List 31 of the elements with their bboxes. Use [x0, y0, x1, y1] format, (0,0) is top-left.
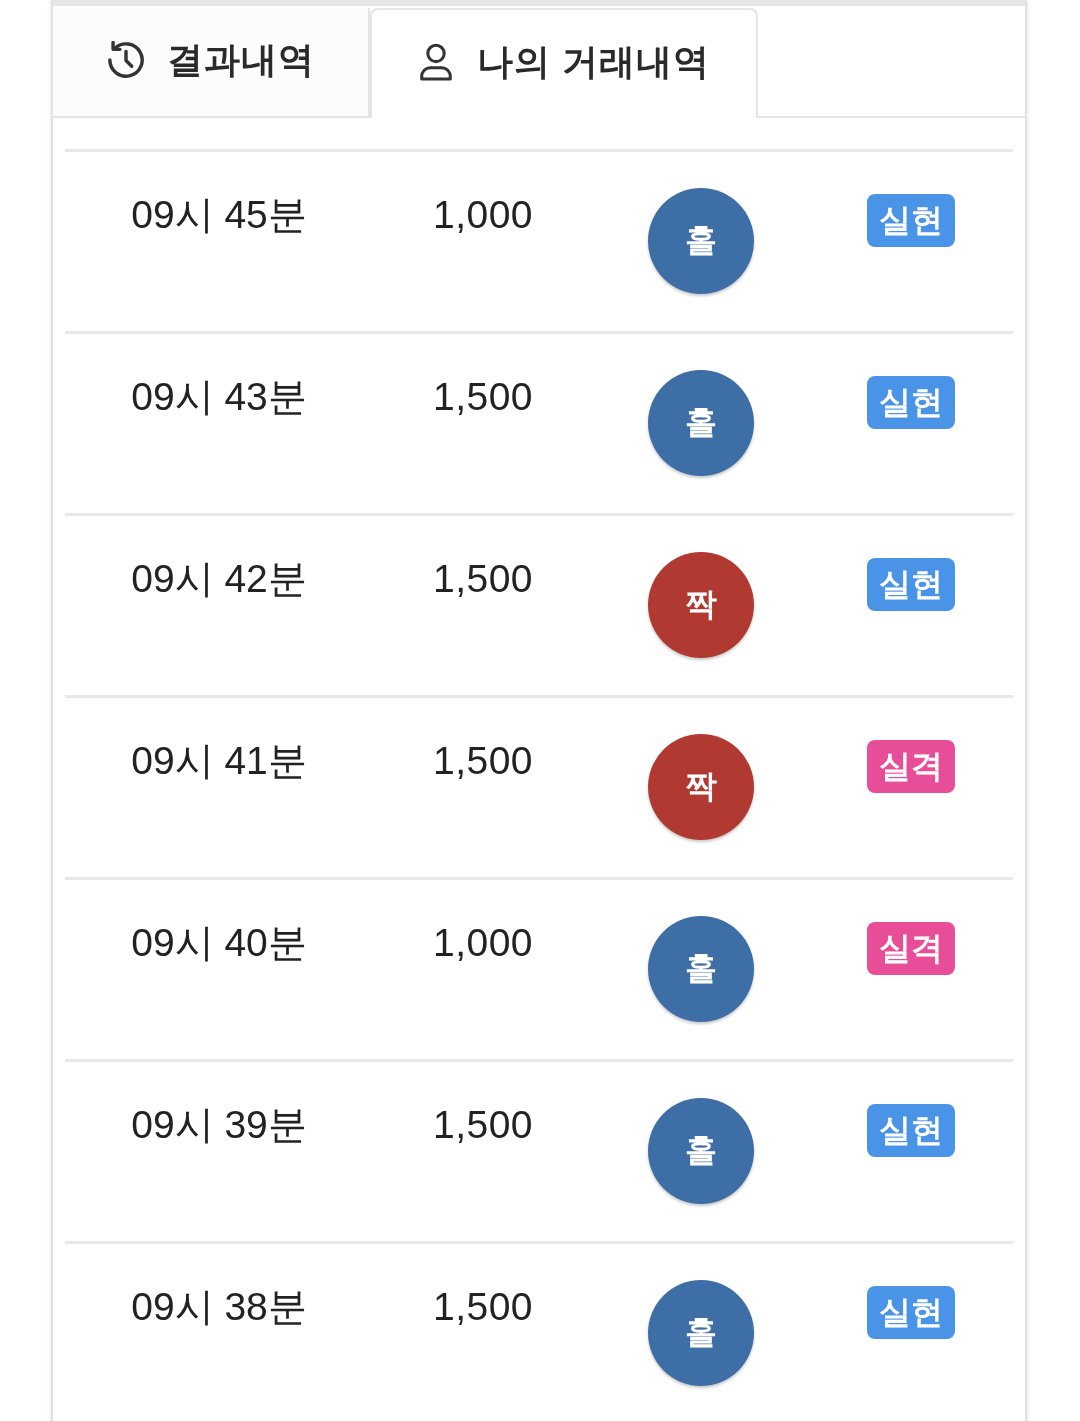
time-text: 09시 39분: [131, 1102, 307, 1148]
amount-text: 1,000: [432, 920, 534, 966]
time-text: 09시 41분: [131, 738, 307, 784]
status-badge: 실현: [867, 1286, 955, 1339]
amount-text: 1,000: [432, 192, 534, 238]
result-chip: 홀: [648, 1098, 754, 1204]
result-chip: 홀: [648, 1280, 754, 1386]
result-chip: 홀: [648, 188, 754, 294]
status-badge: 실현: [867, 1104, 955, 1157]
result-chip: 짝: [648, 552, 754, 658]
status-badge: 실격: [867, 922, 955, 975]
result-chip: 짝: [648, 734, 754, 840]
amount-text: 1,500: [432, 556, 534, 602]
history-icon: [106, 41, 145, 79]
tab[interactable]: 나의 거래내역: [370, 8, 758, 118]
status-badge: 실현: [867, 376, 955, 429]
amount-text: 1,500: [432, 1102, 534, 1148]
time-text: 09시 42분: [131, 556, 307, 602]
time-text: 09시 43분: [131, 374, 307, 420]
time-text: 09시 45분: [131, 192, 307, 238]
tab[interactable]: 결과내역: [53, 8, 370, 116]
status-badge: 실격: [867, 740, 955, 793]
status-badge: 실현: [867, 194, 955, 247]
amount-text: 1,500: [432, 738, 534, 784]
result-chip: 홀: [648, 370, 754, 476]
time-text: 09시 38분: [131, 1284, 307, 1330]
amount-text: 1,500: [432, 374, 534, 420]
amount-text: 1,500: [432, 1284, 534, 1330]
status-badge: 실현: [867, 558, 955, 611]
time-text: 09시 40분: [131, 920, 307, 966]
result-chip: 홀: [648, 916, 754, 1022]
